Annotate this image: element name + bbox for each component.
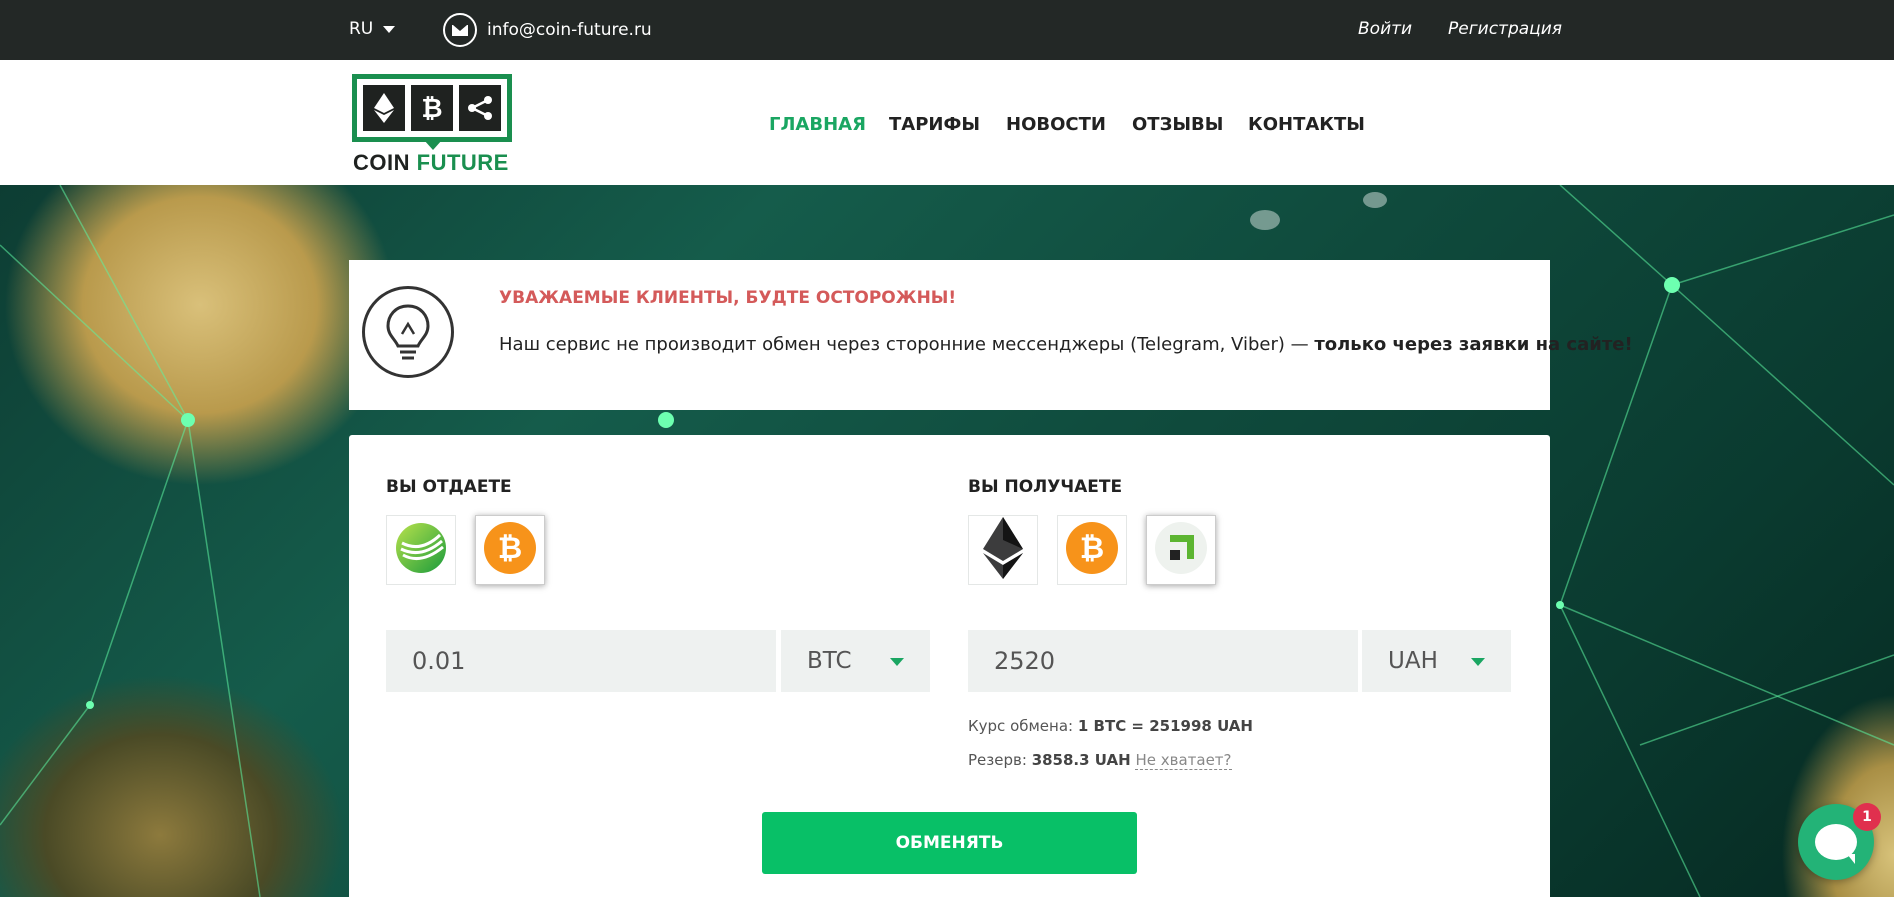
chevron-down-icon	[1471, 658, 1485, 666]
exchange-rate: Курс обмена: 1 BTC = 251998 UAH	[968, 717, 1253, 735]
sberbank-icon	[394, 521, 448, 579]
give-amount-input[interactable]	[386, 630, 776, 692]
chevron-down-icon	[383, 25, 396, 33]
receive-method-privatbank[interactable]	[1146, 515, 1216, 585]
svg-text:₿: ₿	[1080, 531, 1104, 566]
reserve-insufficient-link[interactable]: Не хватает?	[1135, 751, 1232, 770]
nav-item-contacts[interactable]: КОНТАКТЫ	[1248, 114, 1365, 135]
nav-item-tariffs[interactable]: ТАРИФЫ	[889, 114, 980, 135]
exchange-form: ВЫ ОТДАЕТЕ ₿ ВЫ ПОЛУЧАЕТЕ ₿ 0.01 BTC 252…	[349, 435, 1550, 897]
give-currency-select[interactable]: BTC	[781, 630, 930, 692]
receive-currency-select[interactable]: UAH	[1362, 630, 1511, 692]
nav-item-home[interactable]: ГЛАВНАЯ	[769, 114, 866, 135]
lightbulb-icon	[362, 286, 454, 378]
reserve-info: Резерв: 3858.3 UAH Не хватает?	[968, 751, 1232, 770]
exchange-button[interactable]: ОБМЕНЯТЬ	[762, 812, 1137, 874]
bitcoin-icon: ₿	[1065, 521, 1119, 579]
chevron-down-icon	[890, 658, 904, 666]
receive-method-ethereum[interactable]	[968, 515, 1038, 585]
give-method-sberbank[interactable]	[386, 515, 456, 585]
warning-notice: УВАЖАЕМЫЕ КЛИЕНТЫ, БУДТЕ ОСТОРОЖНЫ! Наш …	[349, 260, 1633, 410]
bitcoin-icon: ₿	[483, 521, 537, 579]
logo[interactable]: ₿ COIN FUTURE	[352, 74, 512, 175]
ripple-icon	[459, 85, 501, 131]
give-label: ВЫ ОТДАЕТЕ	[386, 477, 512, 497]
site-header: ₿ COIN FUTURE ГЛАВНАЯ ТАРИФЫ НОВОСТИ ОТЗ…	[0, 60, 1894, 185]
notice-title: УВАЖАЕМЫЕ КЛИЕНТЫ, БУДТЕ ОСТОРОЖНЫ!	[499, 288, 957, 308]
email-text: info@coin-future.ru	[487, 20, 652, 40]
language-selector[interactable]: RU	[349, 19, 396, 39]
privatbank-icon	[1154, 521, 1208, 579]
language-label: RU	[349, 19, 374, 39]
receive-amount-input[interactable]	[968, 630, 1358, 692]
envelope-icon	[443, 13, 477, 47]
ethereum-icon	[363, 85, 405, 131]
ethereum-icon	[983, 517, 1023, 583]
notice-text: Наш сервис не производит обмен через сто…	[499, 334, 1633, 355]
nav-item-news[interactable]: НОВОСТИ	[1006, 114, 1106, 135]
top-bar: RU info@coin-future.ru Войти Регистрация	[0, 0, 1894, 60]
svg-text:₿: ₿	[498, 531, 522, 566]
nav-item-reviews[interactable]: ОТЗЫВЫ	[1132, 114, 1223, 135]
bitcoin-icon: ₿	[411, 85, 453, 131]
login-link[interactable]: Войти	[1358, 19, 1412, 39]
register-link[interactable]: Регистрация	[1448, 19, 1562, 39]
give-method-bitcoin[interactable]: ₿	[475, 515, 545, 585]
receive-label: ВЫ ПОЛУЧАЕТЕ	[968, 477, 1123, 497]
chat-bubble-icon	[1815, 824, 1857, 864]
contact-email[interactable]: info@coin-future.ru	[443, 13, 652, 47]
receive-method-bitcoin[interactable]: ₿	[1057, 515, 1127, 585]
chat-unread-badge: 1	[1853, 803, 1881, 831]
hero-background: УВАЖАЕМЫЕ КЛИЕНТЫ, БУДТЕ ОСТОРОЖНЫ! Наш …	[0, 185, 1894, 897]
logo-text: COIN FUTURE	[353, 150, 509, 175]
